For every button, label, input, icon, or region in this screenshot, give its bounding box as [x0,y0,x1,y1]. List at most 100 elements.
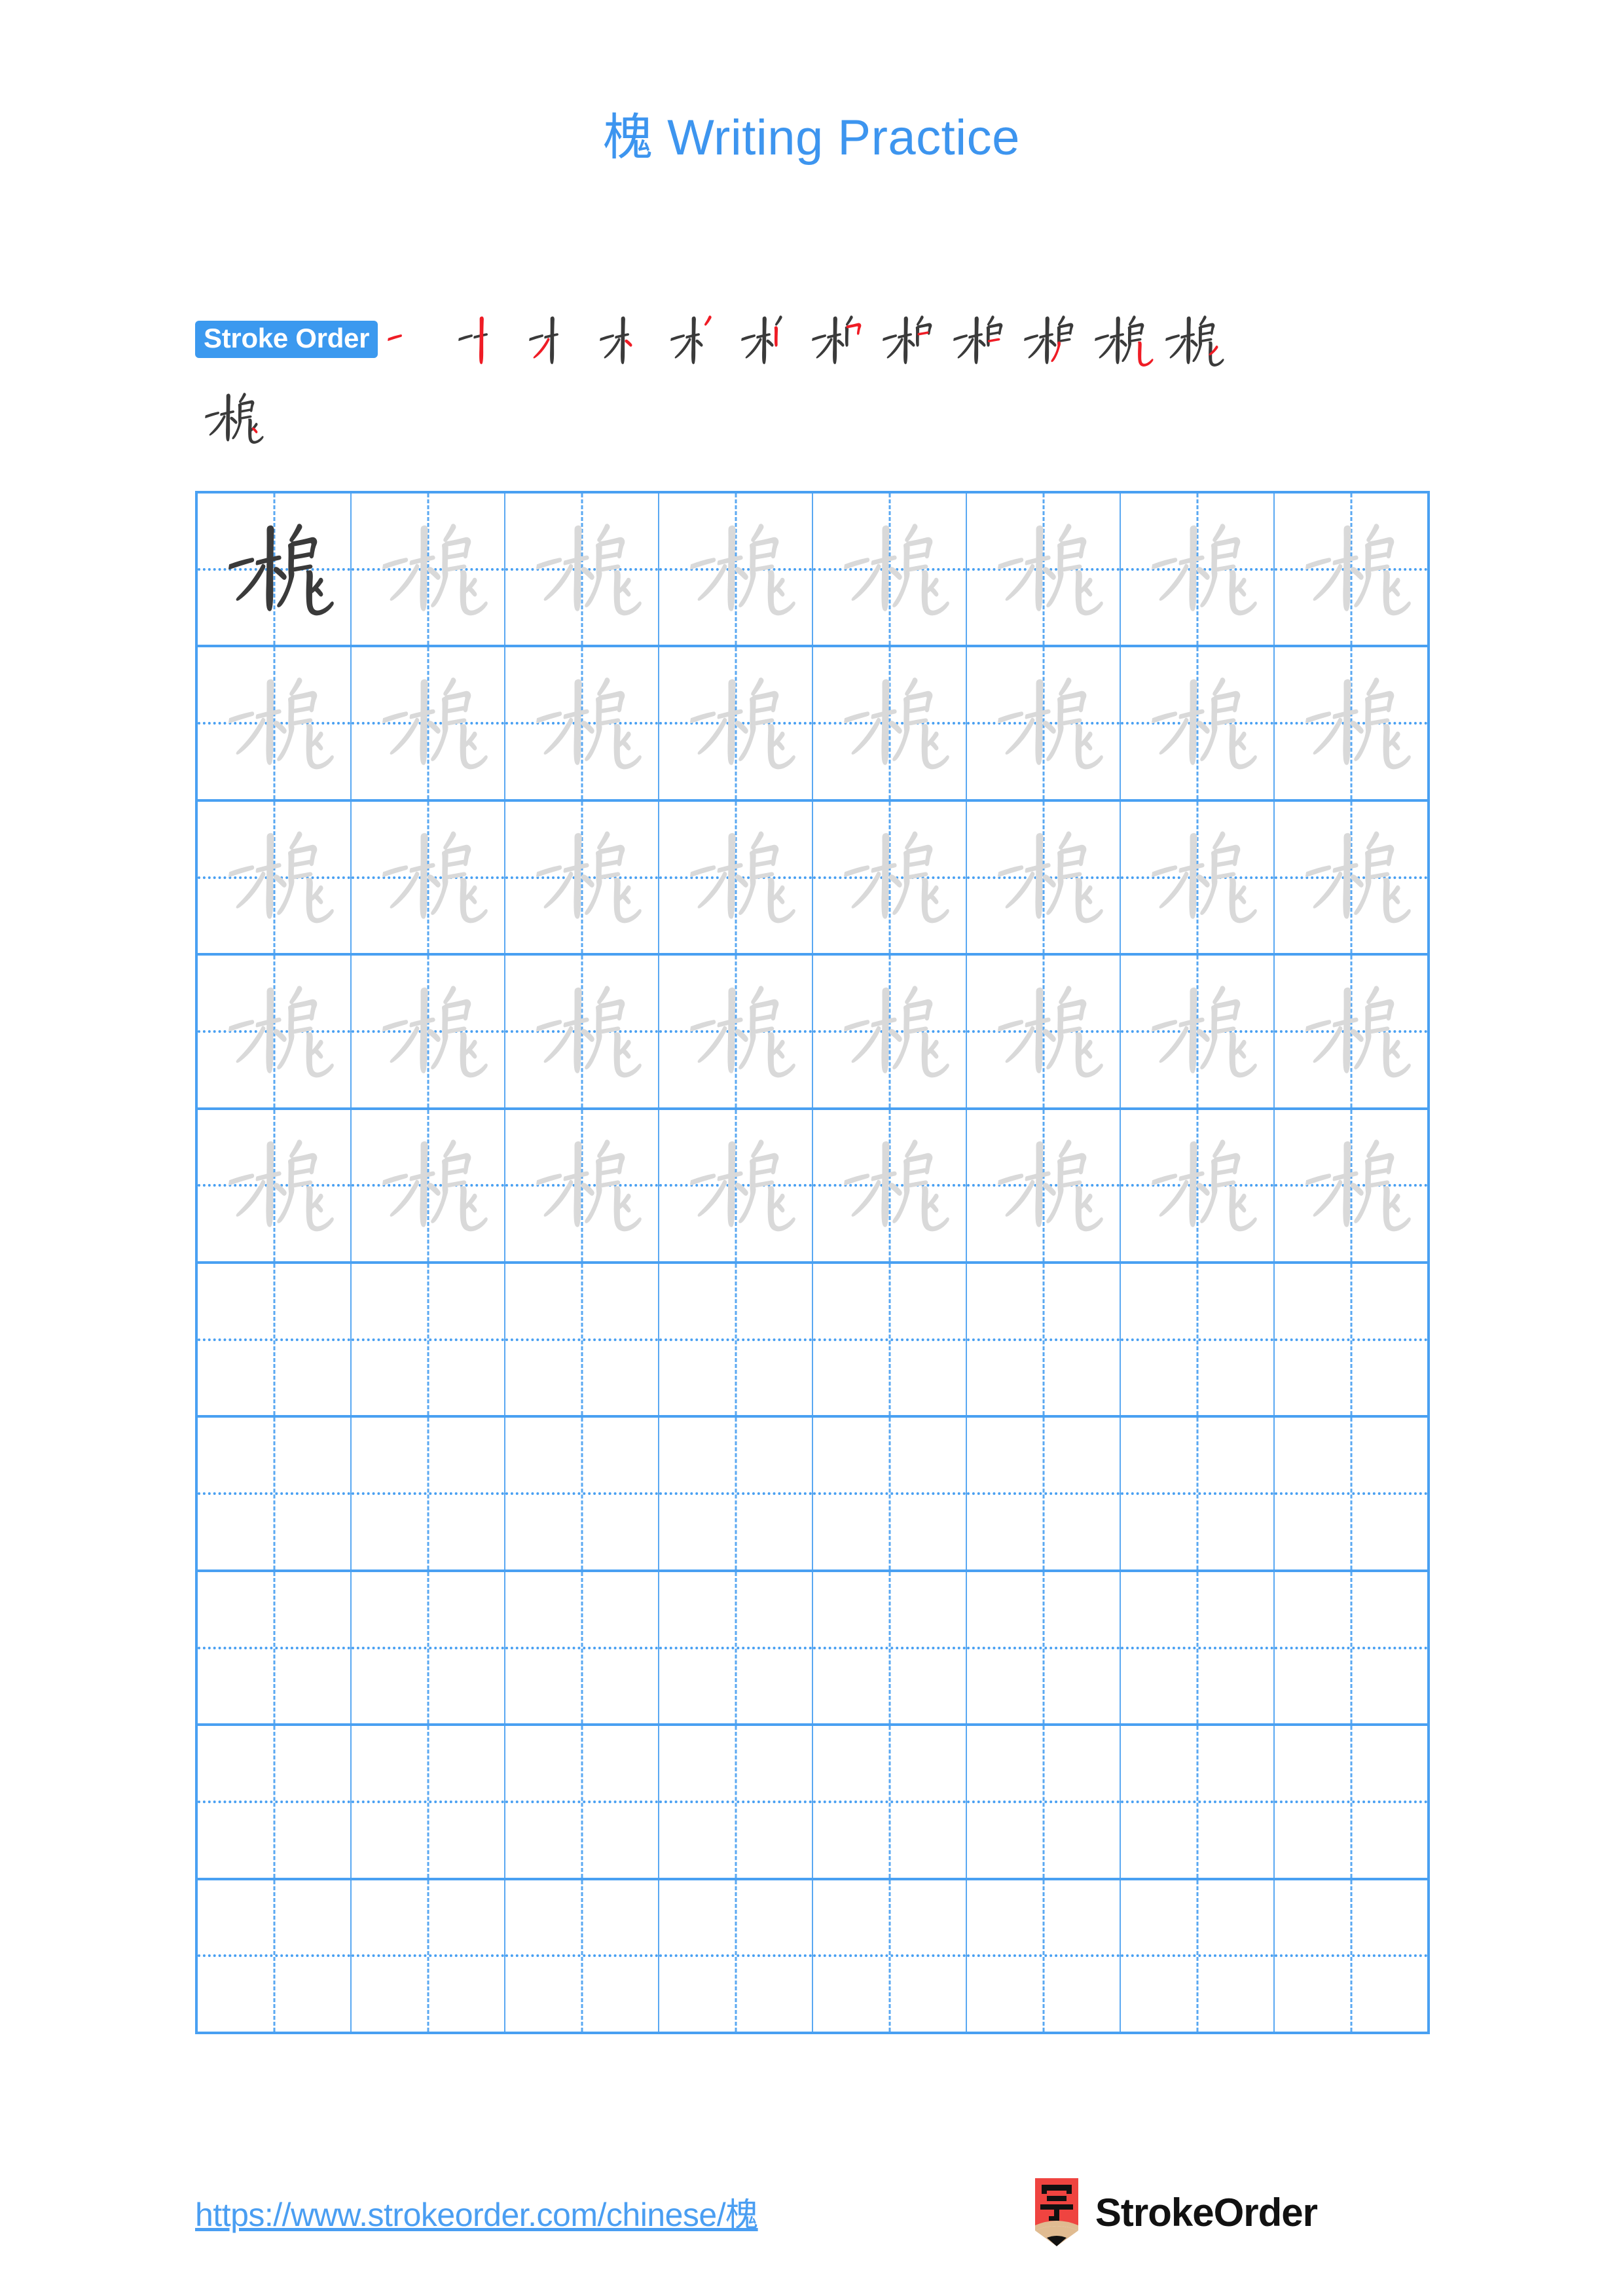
practice-cell-r2-c2[interactable] [352,647,505,799]
trace-character [352,802,504,953]
stroke-step-12 [1156,306,1226,376]
practice-grid-row [198,1880,1427,2032]
practice-cell-r8-c8[interactable] [1275,1572,1427,1723]
practice-cell-r3-c5[interactable] [813,801,967,954]
practice-cell-r9-c4[interactable] [659,1726,813,1878]
practice-cell-r5-c3[interactable] [505,1109,659,1262]
practice-cell-r7-c8[interactable] [1275,1418,1427,1569]
practice-cell-r7-c4[interactable] [659,1418,813,1570]
practice-cell-r4-c1[interactable] [198,956,352,1107]
practice-cell-r2-c8[interactable] [1275,647,1427,798]
practice-cell-r1-c5[interactable] [813,493,967,645]
practice-grid-row [198,801,1427,956]
practice-cell-r7-c1[interactable] [198,1418,352,1570]
practice-cell-r3-c4[interactable] [659,801,813,954]
practice-cell-r4-c6[interactable] [967,956,1121,1107]
practice-cell-r4-c5[interactable] [813,956,967,1107]
practice-cell-r10-c6[interactable] [967,1880,1121,2032]
stroke-step-2 [448,306,519,376]
stroke-step-4 [590,306,661,376]
practice-cell-r5-c8[interactable] [1275,1110,1427,1261]
practice-cell-r8-c7[interactable] [1121,1571,1275,1724]
practice-cell-r10-c4[interactable] [659,1880,813,2032]
practice-cell-r6-c4[interactable] [659,1264,813,1416]
stroke-step-9 [943,306,1014,376]
practice-cell-r10-c5[interactable] [813,1880,967,2032]
practice-cell-r4-c8[interactable] [1275,956,1427,1107]
practice-cell-r2-c6[interactable] [967,647,1121,799]
practice-cell-r8-c5[interactable] [813,1571,967,1724]
practice-cell-r3-c7[interactable] [1121,801,1275,954]
trace-character [659,802,812,953]
practice-cell-r5-c4[interactable] [659,1109,813,1262]
practice-cell-r10-c7[interactable] [1121,1880,1275,2032]
trace-character [813,493,966,645]
practice-cell-r8-c2[interactable] [352,1571,505,1724]
practice-cell-r2-c5[interactable] [813,647,967,799]
practice-cell-r10-c1[interactable] [198,1880,352,2032]
practice-cell-r5-c7[interactable] [1121,1109,1275,1262]
practice-cell-r8-c1[interactable] [198,1571,352,1724]
practice-cell-r5-c5[interactable] [813,1109,967,1262]
practice-cell-r9-c5[interactable] [813,1726,967,1878]
practice-cell-r6-c3[interactable] [505,1264,659,1416]
practice-cell-r7-c7[interactable] [1121,1418,1275,1570]
practice-cell-r1-c4[interactable] [659,493,813,645]
stroke-order-badge: Stroke Order [195,321,378,359]
practice-cell-r9-c1[interactable] [198,1726,352,1878]
practice-cell-r8-c6[interactable] [967,1571,1121,1724]
practice-cell-r3-c6[interactable] [967,801,1121,954]
practice-cell-r4-c3[interactable] [505,956,659,1107]
practice-cell-r4-c4[interactable] [659,956,813,1107]
practice-grid-row [198,1264,1427,1418]
trace-character [659,956,812,1107]
trace-character [352,956,504,1107]
strokeorder-logo[interactable]: StrokeOrder [1032,2178,1318,2246]
practice-cell-r7-c6[interactable] [967,1418,1121,1570]
practice-cell-r1-c2[interactable] [352,493,505,645]
practice-cell-r5-c2[interactable] [352,1109,505,1262]
practice-cell-r9-c2[interactable] [352,1726,505,1878]
practice-cell-r2-c3[interactable] [505,647,659,799]
practice-cell-r6-c6[interactable] [967,1264,1121,1416]
practice-cell-r10-c3[interactable] [505,1880,659,2032]
practice-cell-r6-c7[interactable] [1121,1264,1275,1416]
practice-cell-r2-c1[interactable] [198,647,352,799]
practice-cell-r1-c7[interactable] [1121,493,1275,645]
practice-cell-r3-c8[interactable] [1275,802,1427,953]
practice-cell-r8-c3[interactable] [505,1571,659,1724]
practice-cell-r1-c3[interactable] [505,493,659,645]
trace-character [505,493,658,645]
practice-cell-r1-c6[interactable] [967,493,1121,645]
practice-cell-r6-c8[interactable] [1275,1264,1427,1415]
source-url-link[interactable]: https://www.strokeorder.com/chinese/槐 [195,2189,758,2236]
practice-cell-r3-c2[interactable] [352,801,505,954]
practice-cell-r6-c5[interactable] [813,1264,967,1416]
practice-cell-r3-c1[interactable] [198,801,352,954]
practice-cell-r6-c1[interactable] [198,1264,352,1416]
practice-grid-row [198,1109,1427,1265]
practice-cell-r10-c8[interactable] [1275,1880,1427,2032]
practice-cell-r2-c4[interactable] [659,647,813,799]
practice-cell-r10-c2[interactable] [352,1880,505,2032]
practice-cell-r7-c5[interactable] [813,1418,967,1570]
practice-cell-r9-c6[interactable] [967,1726,1121,1878]
practice-cell-r3-c3[interactable] [505,801,659,954]
practice-cell-r2-c7[interactable] [1121,647,1275,799]
practice-cell-r1-c8[interactable] [1275,493,1427,645]
practice-cell-r8-c4[interactable] [659,1571,813,1724]
practice-cell-r6-c2[interactable] [352,1264,505,1416]
practice-cell-r1-c1[interactable] [198,493,352,645]
practice-cell-r7-c3[interactable] [505,1418,659,1570]
practice-cell-r5-c1[interactable] [198,1109,352,1262]
stroke-step-3 [519,306,590,376]
practice-cell-r9-c8[interactable] [1275,1726,1427,1877]
practice-cell-r7-c2[interactable] [352,1418,505,1570]
practice-cell-r4-c2[interactable] [352,956,505,1107]
practice-grid-row [198,1571,1427,1727]
trace-character [659,493,812,645]
practice-cell-r4-c7[interactable] [1121,956,1275,1107]
practice-cell-r9-c7[interactable] [1121,1726,1275,1878]
practice-cell-r9-c3[interactable] [505,1726,659,1878]
practice-cell-r5-c6[interactable] [967,1109,1121,1262]
